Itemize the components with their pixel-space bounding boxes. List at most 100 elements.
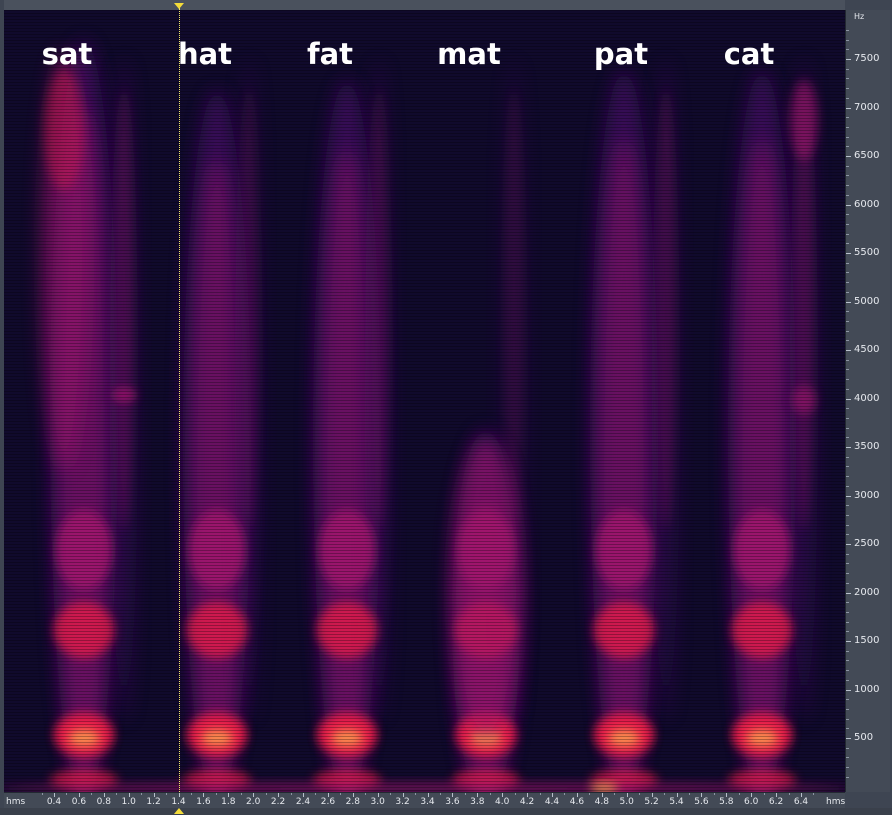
time-tick-label: 0.4	[46, 797, 62, 807]
frequency-minor-tick	[846, 311, 849, 313]
frequency-minor-tick	[846, 563, 849, 565]
frequency-tick	[846, 398, 851, 400]
time-tick-label: 1.4	[171, 797, 186, 807]
time-minor-tick	[141, 793, 143, 795]
time-tick-label: 2.8	[345, 797, 360, 807]
frequency-minor-tick	[846, 185, 849, 187]
time-tick-label: 1.8	[221, 797, 236, 807]
frequency-tick	[846, 592, 851, 594]
frequency-minor-tick	[846, 359, 849, 361]
playhead-top-marker-icon[interactable]	[174, 3, 184, 9]
frequency-minor-tick	[846, 602, 849, 604]
frequency-minor-tick	[846, 708, 849, 710]
frequency-minor-tick	[846, 582, 849, 584]
time-minor-tick	[215, 793, 217, 795]
frequency-minor-tick	[846, 165, 849, 167]
frequency-minor-tick	[846, 417, 849, 419]
time-minor-tick	[688, 793, 690, 795]
time-minor-tick	[713, 793, 715, 795]
frequency-tick-label: 6000	[854, 198, 880, 210]
word-label-sat: sat	[41, 37, 93, 71]
frequency-minor-tick	[846, 699, 849, 701]
frequency-minor-tick	[846, 767, 849, 769]
frequency-minor-tick	[846, 49, 849, 51]
frequency-minor-tick	[846, 146, 849, 148]
word-label-fat: fat	[306, 37, 354, 71]
frequency-minor-tick	[846, 466, 849, 468]
time-tick-label: 4.2	[519, 797, 535, 807]
frequency-minor-tick	[846, 485, 849, 487]
frequency-tick-label: 6500	[854, 150, 880, 161]
playhead-bottom-marker-icon[interactable]	[174, 808, 184, 814]
time-tick-label: 4.8	[594, 797, 609, 807]
frequency-minor-tick	[846, 88, 849, 90]
spectral-editor-window: sat hat fat mat pat cat Hz 7500 7000 6500 6…	[0, 0, 892, 815]
time-tick-label: 3.6	[445, 797, 460, 807]
frequency-minor-tick	[846, 718, 849, 720]
frequency-minor-tick	[846, 39, 849, 41]
frequency-minor-tick	[846, 437, 849, 439]
time-minor-tick	[190, 793, 192, 795]
time-minor-tick	[166, 793, 168, 795]
frequency-minor-tick	[846, 621, 849, 623]
time-tick-label: 5.8	[719, 797, 734, 807]
frequency-minor-tick	[846, 194, 849, 196]
frequency-tick	[846, 107, 851, 109]
time-minor-tick	[240, 793, 242, 795]
frequency-ruler[interactable]: Hz 7500 7000 6500 6000 5500 5000 4500 4000 3500 3…	[845, 10, 890, 792]
time-minor-tick	[489, 793, 491, 795]
time-minor-tick	[813, 793, 815, 795]
frequency-tick-label: 3500	[854, 441, 880, 452]
frequency-tick	[846, 738, 851, 739]
frequency-tick	[846, 156, 851, 157]
frequency-minor-tick	[846, 524, 849, 526]
time-tick-label: 3.8	[470, 797, 485, 807]
frequency-tick-label: 5000	[854, 295, 880, 307]
frequency-minor-tick	[846, 68, 849, 70]
frequency-minor-tick	[846, 553, 849, 555]
frequency-tick-label: 4500	[854, 344, 880, 355]
frequency-tick	[846, 59, 851, 60]
time-minor-tick	[365, 793, 367, 795]
time-minor-tick	[41, 793, 43, 795]
frequency-minor-tick	[846, 136, 849, 138]
frequency-tick	[846, 301, 851, 303]
frequency-minor-tick	[846, 117, 849, 119]
frequency-minor-tick	[846, 282, 849, 284]
time-minor-tick	[788, 793, 790, 795]
frequency-tick	[846, 544, 851, 545]
time-minor-tick	[116, 793, 118, 795]
time-minor-tick	[390, 793, 392, 795]
frequency-tick-label: 1500	[854, 635, 880, 646]
frequency-minor-tick	[846, 214, 849, 216]
frequency-minor-tick	[846, 29, 849, 31]
time-tick-label: 6.4	[793, 797, 809, 807]
time-tick-label: 2.2	[270, 797, 286, 807]
spectrogram-view[interactable]: sat hat fat mat pat cat	[4, 10, 845, 792]
time-minor-tick	[738, 793, 740, 795]
frequency-minor-tick	[846, 262, 849, 264]
time-tick-label: 4.4	[544, 797, 560, 807]
time-tick-label: 2.4	[295, 797, 311, 807]
frequency-minor-tick	[846, 369, 849, 371]
frequency-minor-tick	[846, 175, 849, 177]
time-minor-tick	[514, 793, 516, 795]
frequency-minor-tick	[846, 728, 849, 730]
frequency-minor-tick	[846, 78, 849, 80]
word-label-cat: cat	[723, 37, 775, 71]
frequency-minor-tick	[846, 223, 849, 225]
frequency-minor-tick	[846, 476, 849, 478]
frequency-tick-label: 3000	[854, 489, 880, 501]
time-tick-label: 1.2	[146, 797, 161, 807]
frequency-tick	[846, 447, 851, 448]
time-minor-tick	[415, 793, 417, 795]
spectrogram-canvas[interactable]	[4, 10, 845, 792]
frequency-minor-tick	[846, 126, 849, 128]
time-minor-tick	[265, 793, 267, 795]
time-minor-tick	[91, 793, 93, 795]
time-tick-label: 6.0	[744, 797, 759, 807]
time-tick-label: 1.0	[121, 797, 136, 807]
time-ruler[interactable]: hms hms 0.4 0.6 0.8 1.0 1.2 1.4 1.6 1.8 2.0 2.2 2.…	[4, 792, 845, 809]
playhead-cursor[interactable]	[179, 8, 180, 794]
time-minor-tick	[539, 793, 541, 795]
